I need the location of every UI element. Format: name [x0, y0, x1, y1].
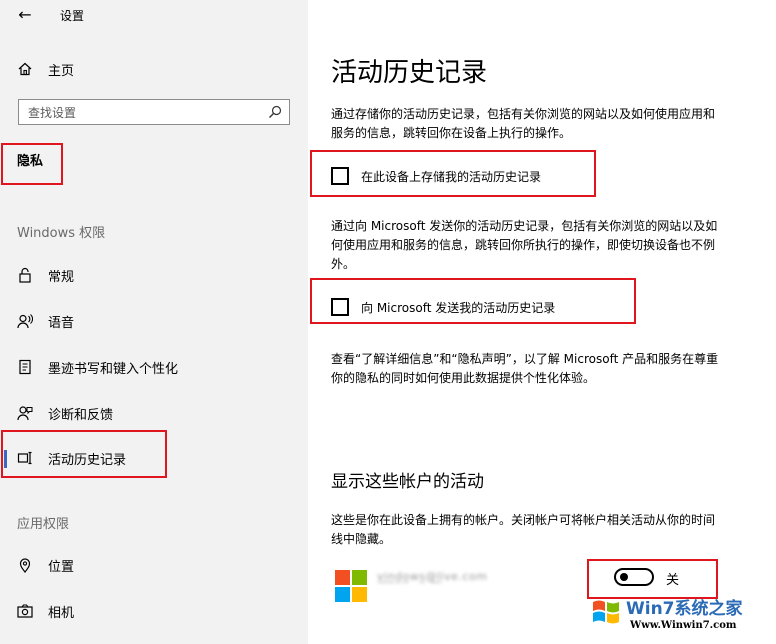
accounts-heading: 显示这些帐户的活动 — [331, 472, 484, 492]
intro-paragraph: 通过存储你的活动历史记录，包括有关你浏览的网站以及如何使用应用和 服务的信息，跳… — [331, 105, 763, 143]
toggle-state-label: 关 — [666, 573, 680, 588]
account-name: v̲i̲n̲d̲o̲ws̲@̲l̲ive.com — [377, 570, 488, 583]
page-title: 活动历史记录 — [331, 58, 488, 88]
send-line: 何使用应用和服务的信息，跳转回你所执行的操作，即使切换设备也不例 — [331, 238, 716, 252]
send-paragraph: 通过向 Microsoft 发送你的活动历史记录，包括有关你浏览的网站以及如 何… — [331, 217, 763, 274]
send-line: 通过向 Microsoft 发送你的活动历史记录，包括有关你浏览的网站以及如 — [331, 219, 718, 233]
privacy-info-paragraph: 查看“了解详细信息”和“隐私声明”，以了解 Microsoft 产品和服务在尊重… — [331, 350, 763, 388]
search-placeholder: 查找设置 — [28, 106, 77, 120]
send-history-checkbox-row[interactable]: 向 Microsoft 发送我的活动历史记录 — [331, 297, 611, 321]
send-history-label[interactable]: 向 Microsoft 发送我的活动历史记录 — [361, 299, 555, 316]
sidebar-item-label: 主页 — [48, 64, 75, 79]
app-permissions-heading: 应用权限 — [17, 517, 70, 532]
watermark-brand: Win7系统之家 — [626, 599, 743, 619]
camera-icon — [17, 604, 33, 618]
accounts-line: 线中隐藏。 — [331, 532, 392, 546]
sidebar-item-speech[interactable]: 语音 — [0, 303, 308, 339]
title-bar: ← 设置 — [0, 0, 308, 30]
account-activity-toggle[interactable] — [614, 568, 654, 586]
sidebar-item-diagnostics[interactable]: 诊断和反馈 — [0, 395, 308, 431]
location-icon — [19, 558, 31, 573]
info-line: 查看“了解详细信息”和“隐私声明”，以了解 Microsoft 产品和服务在尊重 — [331, 352, 719, 366]
timeline-icon — [17, 451, 32, 465]
privacy-heading: 隐私 — [17, 154, 44, 169]
windows-permissions-heading: Windows 权限 — [17, 226, 106, 241]
speech-icon — [17, 314, 33, 329]
toggle-knob — [620, 573, 628, 581]
intro-line: 服务的信息，跳转回你在设备上执行的操作。 — [331, 126, 572, 140]
store-history-label[interactable]: 在此设备上存储我的活动历史记录 — [361, 168, 541, 185]
store-history-checkbox[interactable] — [331, 167, 349, 185]
site-watermark: Win7系统之家 Www.Winwin7.com — [586, 592, 772, 640]
send-history-checkbox[interactable] — [331, 298, 349, 316]
sidebar-item-label: 常规 — [48, 270, 75, 285]
intro-line: 通过存储你的活动历史记录，包括有关你浏览的网站以及如何使用应用和 — [331, 107, 716, 121]
sidebar-item-label: 语音 — [48, 316, 75, 331]
inking-icon — [19, 359, 31, 375]
sidebar-item-inking[interactable]: 墨迹书写和键入个性化 — [0, 349, 308, 385]
microsoft-logo-icon — [335, 570, 367, 602]
window-title: 设置 — [60, 9, 85, 23]
sidebar-item-activity-history[interactable]: 活动历史记录 — [0, 440, 308, 476]
back-button[interactable]: ← — [14, 4, 36, 26]
sidebar-item-general[interactable]: 常规 — [0, 257, 308, 293]
lock-icon — [19, 267, 31, 283]
sidebar-item-label: 墨迹书写和键入个性化 — [48, 362, 179, 377]
back-arrow-icon: ← — [18, 5, 32, 24]
sidebar: ← 设置 主页 查找设置 隐私 Windows 权限 常规 语音 墨迹书写和键入… — [0, 0, 308, 644]
sidebar-item-label: 活动历史记录 — [48, 453, 127, 468]
feedback-icon — [17, 406, 33, 421]
store-history-checkbox-row[interactable]: 在此设备上存储我的活动历史记录 — [331, 166, 591, 190]
sidebar-item-camera[interactable]: 相机 — [0, 593, 308, 629]
accounts-line: 这些是你在此设备上拥有的帐户。关闭帐户可将帐户相关活动从你的时间 — [331, 513, 716, 527]
sidebar-item-label: 相机 — [48, 606, 75, 621]
search-icon[interactable] — [267, 104, 283, 120]
sidebar-item-location[interactable]: 位置 — [0, 547, 308, 583]
info-line: 你的隐私的同时如何使用此数据提供个性化体验。 — [331, 371, 596, 385]
sidebar-item-label: 位置 — [48, 560, 75, 575]
send-line: 外。 — [331, 257, 356, 271]
sidebar-item-label: 诊断和反馈 — [48, 408, 114, 423]
main-content: 活动历史记录 通过存储你的活动历史记录，包括有关你浏览的网站以及如何使用应用和 … — [308, 0, 776, 644]
sidebar-item-home[interactable]: 主页 — [0, 51, 308, 87]
windows-flag-logo-icon — [593, 600, 619, 624]
home-icon — [18, 62, 32, 76]
search-input[interactable]: 查找设置 — [18, 99, 290, 125]
accounts-paragraph: 这些是你在此设备上拥有的帐户。关闭帐户可将帐户相关活动从你的时间 线中隐藏。 — [331, 511, 763, 549]
settings-window: ← 设置 主页 查找设置 隐私 Windows 权限 常规 语音 墨迹书写和键入… — [0, 0, 776, 644]
watermark-url: Www.Winwin7.com — [630, 620, 737, 631]
